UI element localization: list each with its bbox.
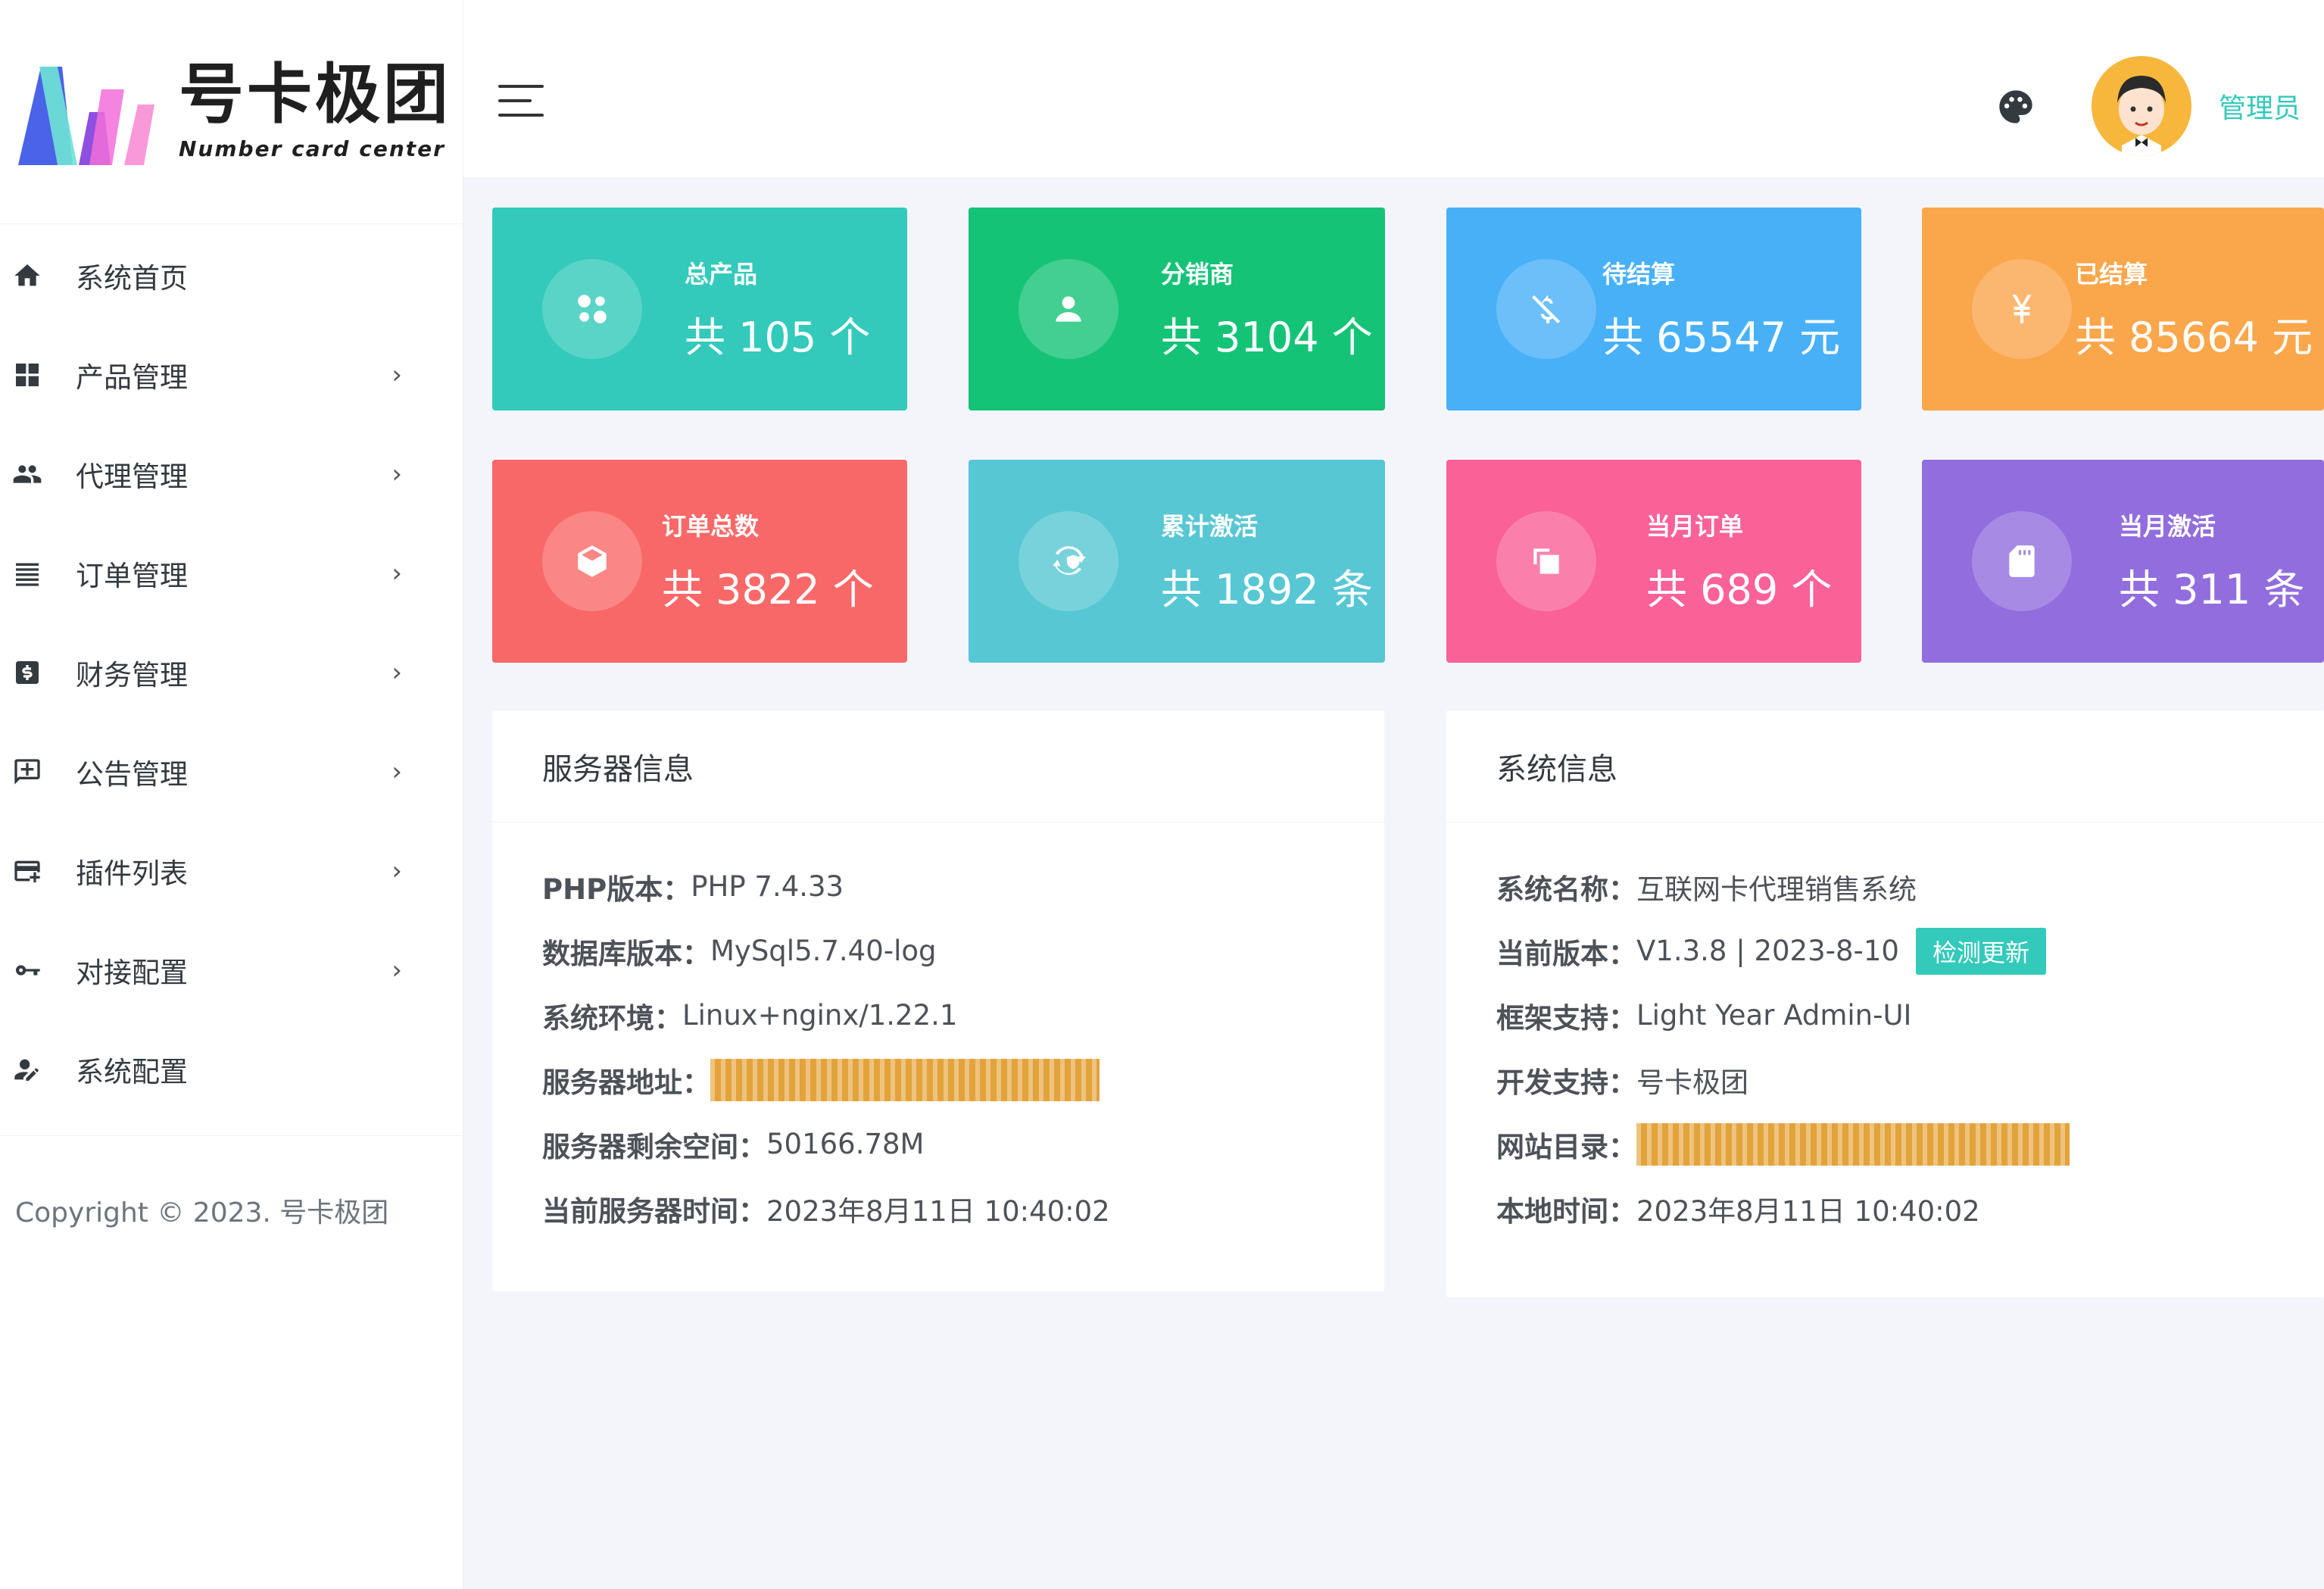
stat-value: 共 105 个 [685,313,871,361]
top-header: 管理员 [463,0,2324,177]
info-row-server-time: 当前服务器时间： 2023年8月11日 10:40:02 [542,1194,1110,1228]
panel-title: 服务器信息 [492,710,1384,823]
stat-title: 待结算 [1602,259,1676,289]
stat-title: 累计激活 [1161,511,1259,541]
sidebar-item-label: 订单管理 [76,559,188,592]
sidebar-item-label: 公告管理 [76,757,188,791]
info-row-database: 数据库版本： MySql5.7.40-log [542,935,937,970]
info-row-version: 当前版本： V1.3.8 | 2023-8-10 检测更新 [1496,919,2274,983]
sidebar-item-label: 财务管理 [76,658,188,691]
info-row-free-space: 服务器剩余空间： 50166.78M [542,1128,925,1163]
stat-title: 总产品 [685,259,758,289]
stat-title: 分销商 [1161,259,1234,289]
stat-card-pending-settlement[interactable]: 待结算共 65547 元 [1446,208,1861,411]
palette-icon[interactable] [1996,87,2035,126]
sidebar-item-finance[interactable]: 财务管理 › [0,623,463,722]
info-row-site-directory: 网站目录： [1496,1112,2274,1176]
dollar-box-icon [11,656,44,689]
yen-icon [2012,295,2032,323]
stat-title: 当月订单 [1646,511,1744,541]
copyright: Copyright © 2023. 号卡极团 [15,1197,389,1228]
info-row-php: PHP版本： PHP 7.4.33 [542,870,844,906]
avatar-cartoon-icon [2092,56,2191,156]
sidebar-item-integration[interactable]: 对接配置 › [0,920,463,1019]
box-icon [578,545,607,577]
stat-value: 共 311 条 [2119,565,2305,613]
sd-card-icon [2009,545,2035,577]
sidebar-item-notices[interactable]: 公告管理 › [0,722,463,821]
info-row-framework: 框架支持： Light Year Admin-UI [1496,999,1912,1035]
chevron-right-icon: › [391,458,402,489]
sidebar-item-label: 代理管理 [76,460,188,493]
stat-value: 共 1892 条 [1161,565,1373,613]
info-row-developer: 开发支持： 号卡极团 [1496,1066,1748,1099]
user-icon [1056,296,1081,322]
user-edit-icon [11,1053,44,1086]
brand-logo[interactable]: 号卡极团 Number card center [0,0,463,224]
sidebar-item-label: 系统配置 [76,1055,188,1088]
sidebar-item-agents[interactable]: 代理管理 › [0,424,463,523]
sidebar-item-system-config[interactable]: 系统配置 [0,1019,463,1119]
chevron-right-icon: › [391,756,402,787]
brand-subtitle: Number card center [179,136,445,161]
hamburger-icon[interactable] [498,85,544,121]
stat-value: 共 65547 元 [1602,313,1841,361]
no-money-icon [1532,295,1561,323]
redacted-value [1636,1122,2070,1166]
home-icon [11,259,44,292]
stat-value: 共 85664 元 [2075,313,2313,361]
sidebar-item-orders[interactable]: 订单管理 › [0,523,463,623]
stat-card-total-products[interactable]: 总产品共 105 个 [492,208,907,411]
sidebar-item-home[interactable]: 系统首页 [0,226,463,325]
user-name[interactable]: 管理员 [2219,86,2301,126]
sidebar-item-label: 产品管理 [76,361,188,394]
stat-card-monthly-orders[interactable]: 当月订单共 689 个 [1446,460,1861,663]
sidebar-item-products[interactable]: 产品管理 › [0,325,463,424]
grid-icon [11,358,44,392]
info-row-local-time: 本地时间： 2023年8月11日 10:40:02 [1496,1194,1980,1228]
shield-refresh-icon [1053,546,1086,575]
stat-card-total-activations[interactable]: 累计激活共 1892 条 [969,460,1385,663]
sidebar-item-label: 对接配置 [76,956,188,989]
sidebar-item-label: 系统首页 [76,261,188,295]
stat-title: 已结算 [2075,259,2148,289]
stat-card-monthly-activations[interactable]: 当月激活共 311 条 [1922,460,2324,663]
panel-title: 系统信息 [1446,710,2324,823]
stat-card-settled[interactable]: 已结算共 85664 元 [1922,208,2324,411]
brand-name: 号卡极团 [179,57,451,133]
sidebar-nav: 系统首页 产品管理 › 代理管理 › 订单管理 › 财务管理 › 公告管理 › [0,224,463,1119]
sidebar-item-plugins[interactable]: 插件列表 › [0,821,463,920]
info-row-system-name: 系统名称： 互联网卡代理销售系统 [1496,873,1917,906]
sidebar-item-label: 插件列表 [76,857,188,890]
users-icon [11,457,44,491]
stat-value: 共 3822 个 [662,565,874,613]
system-info-panel: 系统信息 系统名称： 互联网卡代理销售系统 当前版本： V1.3.8 | 2023-… [1446,710,2324,1297]
list-icon [11,557,44,590]
chevron-right-icon: › [391,954,402,985]
sidebar: 号卡极团 Number card center 系统首页 产品管理 › 代理管理… [0,0,463,1589]
server-info-panel: 服务器信息 PHP版本： PHP 7.4.33 数据库版本： MySql5.7.4… [492,710,1384,1291]
avatar[interactable] [2092,56,2191,156]
message-plus-icon [11,755,44,788]
stat-value: 共 3104 个 [1161,313,1373,361]
stat-card-distributors[interactable]: 分销商共 3104 个 [969,208,1385,411]
stat-title: 当月激活 [2119,511,2216,541]
chevron-right-icon: › [391,359,402,390]
info-row-environment: 系统环境： Linux+nginx/1.22.1 [542,999,958,1035]
chevron-right-icon: › [391,657,402,688]
key-icon [11,954,44,987]
chevron-right-icon: › [391,557,402,588]
card-plus-icon [11,854,44,888]
logo-icon [18,66,154,165]
sidebar-divider [0,1135,463,1136]
redacted-value [710,1058,1100,1101]
cluster-icon [578,295,607,323]
stat-card-total-orders[interactable]: 订单总数共 3822 个 [492,460,907,663]
info-row-server-address: 服务器地址： [542,1047,1334,1112]
check-update-button[interactable]: 检测更新 [1915,927,2046,975]
chevron-right-icon: › [391,855,402,886]
stat-title: 订单总数 [662,511,760,541]
copy-icon [1533,548,1559,574]
stat-value: 共 689 个 [1646,565,1833,613]
